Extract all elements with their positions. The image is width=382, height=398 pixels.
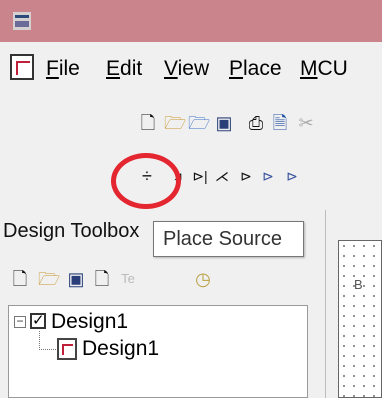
design-toolbox-title: Design Toolbox: [3, 220, 140, 242]
design-check-icon[interactable]: ✓: [30, 313, 46, 329]
highlight-circle: [111, 153, 181, 209]
schematic-icon[interactable]: [57, 338, 77, 360]
components-toolbar: ÷ ⩘ ⊳| ⋌ ⊳ ⊳ ⊳: [0, 152, 382, 202]
tree-connector: [39, 331, 56, 350]
place-transistor-icon[interactable]: ⋌: [212, 166, 232, 186]
menu-mcu[interactable]: MCU: [300, 57, 348, 81]
place-diode-icon[interactable]: ⊳|: [190, 166, 210, 186]
app-icon[interactable]: [13, 12, 31, 30]
print-icon[interactable]: ⎙: [246, 113, 266, 133]
design-toolbox-tools: 🗋 🗁 ▣ 🗋 Te ◷: [0, 265, 326, 295]
cut-icon[interactable]: ✂: [296, 113, 316, 133]
close-design-icon[interactable]: 🗋: [92, 269, 112, 289]
place-cmos-icon[interactable]: ⊳: [282, 166, 302, 186]
place-source-tooltip: Place Source: [153, 221, 304, 257]
workspace-panel: B: [330, 210, 382, 398]
open-folder-icon[interactable]: 🗁: [164, 113, 186, 133]
refresh-icon[interactable]: ◷: [193, 269, 213, 289]
open-design-icon[interactable]: 🗁: [38, 269, 60, 289]
open-samples-icon[interactable]: 🗁: [188, 113, 210, 133]
place-ttl-icon[interactable]: ⊳: [258, 166, 278, 186]
collapse-toggle[interactable]: −: [14, 315, 26, 328]
sheet-border-label: B: [354, 277, 363, 292]
menu-file[interactable]: File: [46, 57, 80, 81]
standard-toolbar: 🗋 🗁 🗁 ▣ ⎙ 🗎 ✂: [0, 92, 382, 152]
new-file-icon[interactable]: 🗋: [138, 113, 158, 133]
hierarchy-icon[interactable]: Te: [118, 269, 138, 289]
place-analog-icon[interactable]: ⊳: [236, 166, 256, 186]
new-design-icon[interactable]: 🗋: [10, 269, 30, 289]
schematic-canvas[interactable]: B: [338, 240, 382, 398]
save-icon[interactable]: ▣: [214, 113, 234, 133]
tree-item-design[interactable]: Design1: [51, 310, 128, 334]
design-tree: − ✓ Design1 Design1: [8, 305, 308, 398]
tree-item-schematic[interactable]: Design1: [82, 337, 159, 361]
print-preview-icon[interactable]: 🗎: [270, 113, 290, 133]
save-design-icon[interactable]: ▣: [66, 269, 86, 289]
menu-edit[interactable]: Edit: [106, 57, 142, 81]
menu-place[interactable]: Place: [229, 57, 282, 81]
document-logo-icon[interactable]: [10, 54, 34, 80]
title-bar: [0, 0, 382, 42]
menu-bar: File Edit View Place MCU: [0, 42, 382, 92]
menu-view[interactable]: View: [164, 57, 209, 81]
